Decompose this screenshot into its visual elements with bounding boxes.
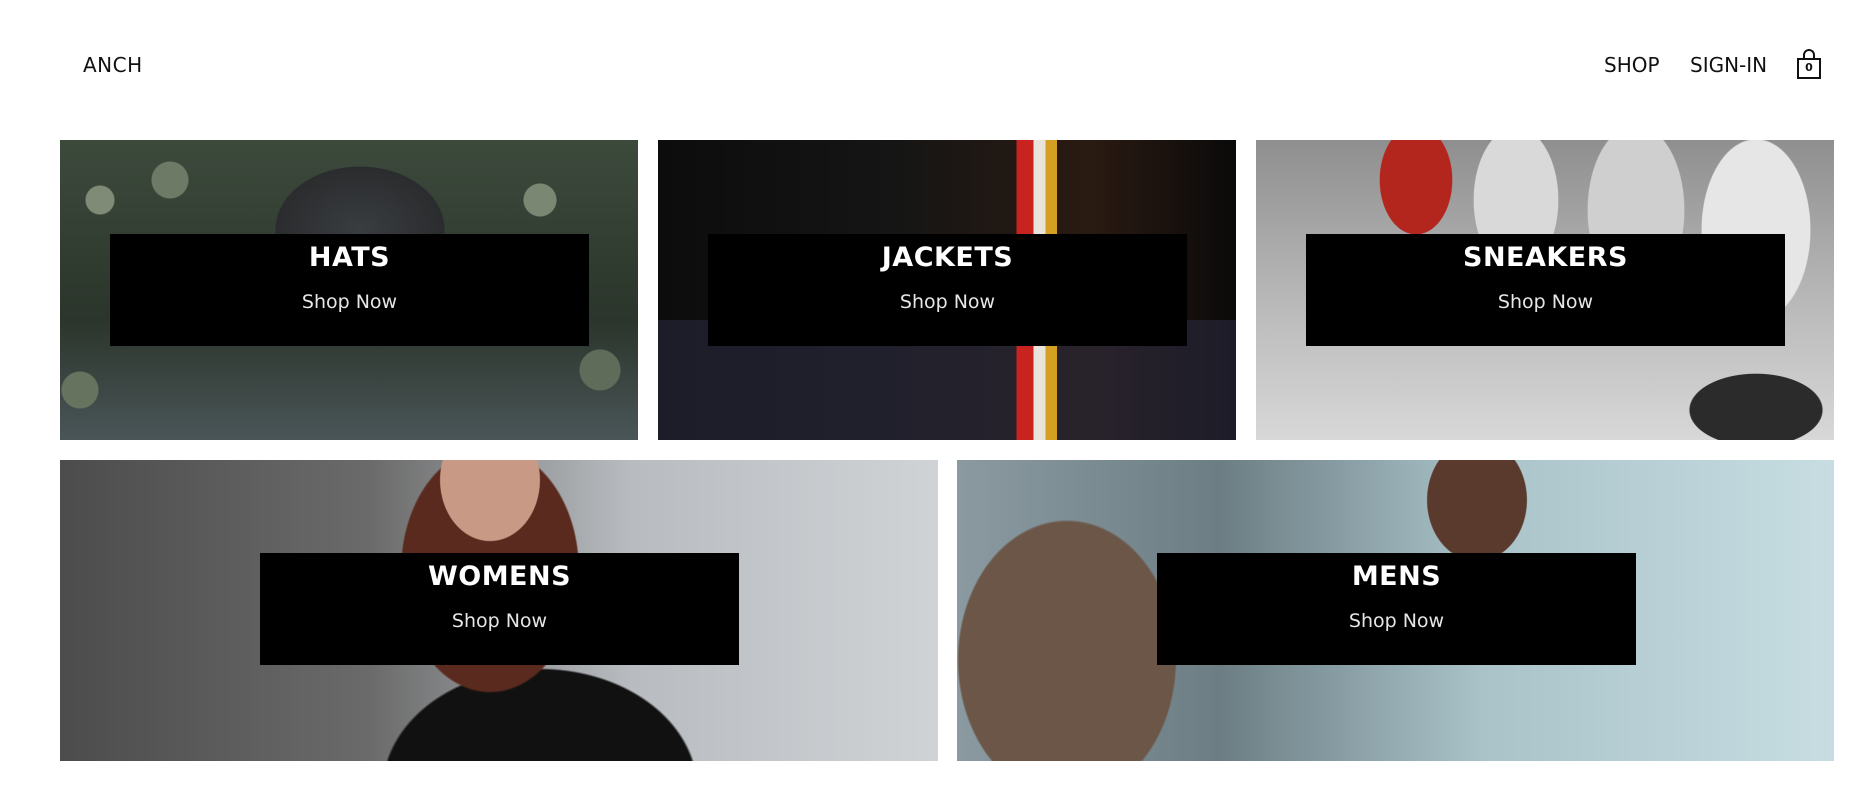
shop-now-link[interactable]: Shop Now	[110, 291, 589, 313]
category-label-box: HATS Shop Now	[110, 234, 589, 346]
cart-count: 0	[1805, 61, 1813, 74]
shop-now-link[interactable]: Shop Now	[1157, 610, 1636, 632]
site-header: ANCH SHOP SIGN-IN 0	[0, 0, 1872, 130]
nav-shop-link[interactable]: SHOP	[1604, 53, 1660, 77]
category-title: SNEAKERS	[1463, 242, 1628, 273]
shop-now-link[interactable]: Shop Now	[708, 291, 1187, 313]
category-title: HATS	[308, 242, 391, 273]
category-tile-mens[interactable]: MENS Shop Now	[957, 460, 1834, 761]
category-title: MENS	[1351, 561, 1442, 592]
category-tile-hats[interactable]: HATS Shop Now	[60, 140, 638, 440]
category-label-box: WOMENS Shop Now	[260, 553, 739, 665]
category-label-box: SNEAKERS Shop Now	[1306, 234, 1785, 346]
shop-now-link[interactable]: Shop Now	[1306, 291, 1785, 313]
category-label-box: MENS Shop Now	[1157, 553, 1636, 665]
category-tile-sneakers[interactable]: SNEAKERS Shop Now	[1256, 140, 1834, 440]
category-label-box: JACKETS Shop Now	[708, 234, 1187, 346]
shop-now-link[interactable]: Shop Now	[260, 610, 739, 632]
category-tile-jackets[interactable]: JACKETS Shop Now	[658, 140, 1236, 440]
category-title: WOMENS	[427, 561, 572, 592]
nav-sign-in-link[interactable]: SIGN-IN	[1690, 53, 1767, 77]
category-tile-womens[interactable]: WOMENS Shop Now	[60, 460, 938, 761]
category-title: JACKETS	[881, 242, 1014, 273]
site-logo[interactable]: ANCH	[83, 53, 143, 77]
cart-button[interactable]: 0	[1795, 48, 1823, 80]
